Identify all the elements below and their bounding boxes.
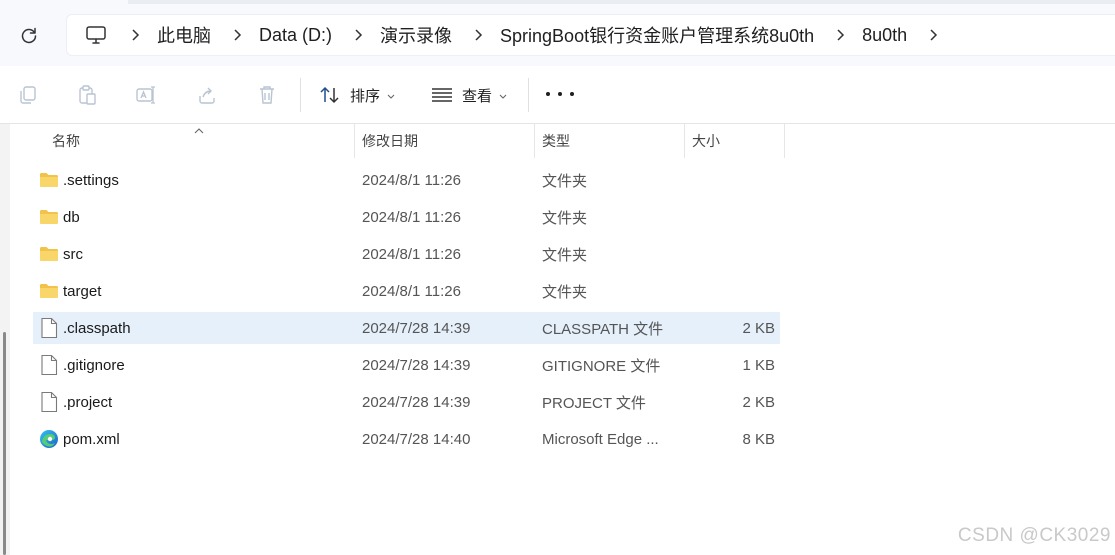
breadcrumb-this-pc[interactable]: 此电脑 [157, 22, 211, 48]
file-row[interactable]: src 2024/8/1 11:26 文件夹 [33, 238, 780, 270]
breadcrumb-current[interactable]: 8u0th [862, 25, 907, 46]
file-row[interactable]: pom.xml 2024/7/28 14:40 Microsoft Edge ...… [33, 423, 780, 455]
file-icon [38, 317, 60, 339]
top-strip [128, 0, 1115, 4]
file-type: Microsoft Edge ... [542, 430, 659, 448]
file-name: .gitignore [63, 356, 125, 374]
file-date: 2024/7/28 14:39 [362, 393, 471, 411]
breadcrumb-project[interactable]: SpringBoot银行资金账户管理系统8u0th [500, 22, 814, 48]
column-header-date[interactable]: 修改日期 [362, 124, 418, 158]
toolbar-divider [528, 78, 529, 112]
file-date: 2024/7/28 14:39 [362, 319, 471, 337]
file-row[interactable]: .settings 2024/8/1 11:26 文件夹 [33, 164, 780, 196]
view-label: 查看 [462, 87, 493, 105]
file-row[interactable]: target 2024/8/1 11:26 文件夹 [33, 275, 780, 307]
file-row[interactable]: .gitignore 2024/7/28 14:39 GITIGNORE 文件 1 K… [33, 349, 780, 381]
folder-icon [38, 206, 60, 228]
file-name: .classpath [63, 319, 131, 337]
file-row[interactable]: db 2024/8/1 11:26 文件夹 [33, 201, 780, 233]
file-type: GITIGNORE 文件 [542, 357, 661, 375]
file-size: 2 KB [742, 393, 775, 411]
breadcrumb-folder[interactable]: 演示录像 [380, 22, 452, 48]
file-name: src [63, 245, 83, 263]
chevron-down-icon [499, 87, 507, 104]
column-divider[interactable] [354, 124, 355, 158]
file-row[interactable]: .classpath 2024/7/28 14:39 CLASSPATH 文件 2 K… [33, 312, 780, 344]
folder-icon [38, 280, 60, 302]
file-row[interactable]: .project 2024/7/28 14:39 PROJECT 文件 2 KB [33, 386, 780, 418]
watermark: CSDN @CK3029 [957, 525, 1111, 546]
sort-button[interactable]: 排序 [318, 82, 395, 108]
file-date: 2024/7/28 14:40 [362, 430, 471, 448]
delete-icon[interactable] [254, 82, 280, 108]
refresh-icon[interactable] [17, 24, 41, 48]
sort-icon [318, 85, 342, 105]
edge-icon [38, 428, 60, 450]
file-type: 文件夹 [542, 172, 588, 190]
chevron-right-icon[interactable] [227, 25, 247, 45]
file-type: CLASSPATH 文件 [542, 320, 664, 338]
column-divider[interactable] [784, 124, 785, 158]
address-row: 此电脑 Data (D:) 演示录像 SpringBoot银行资金账户管理系统8… [0, 0, 1115, 66]
file-size: 1 KB [742, 356, 775, 374]
file-type: 文件夹 [542, 246, 588, 264]
file-icon [38, 391, 60, 413]
chevron-right-icon[interactable] [923, 25, 943, 45]
file-icon [38, 354, 60, 376]
chevron-right-icon[interactable] [348, 25, 368, 45]
folder-icon [38, 169, 60, 191]
command-bar: 排序 查看 [0, 66, 1115, 124]
chevron-right-icon[interactable] [125, 25, 145, 45]
more-options-icon[interactable] [546, 86, 574, 102]
chevron-right-icon[interactable] [830, 25, 850, 45]
chevron-right-icon[interactable] [468, 25, 488, 45]
file-name: target [63, 282, 102, 300]
column-header-type-label: 类型 [542, 133, 570, 149]
file-date: 2024/8/1 11:26 [362, 245, 461, 263]
column-header-name[interactable]: 名称 [52, 124, 80, 158]
file-name: pom.xml [63, 430, 120, 448]
share-icon[interactable] [194, 82, 220, 108]
file-type: 文件夹 [542, 209, 588, 227]
file-date: 2024/8/1 11:26 [362, 282, 461, 300]
copy-icon[interactable] [15, 82, 41, 108]
column-header-size-label: 大小 [692, 133, 720, 149]
file-name: .settings [63, 171, 119, 189]
column-header-name-label: 名称 [52, 133, 80, 149]
column-header-type[interactable]: 类型 [542, 124, 570, 158]
column-divider[interactable] [684, 124, 685, 158]
sort-label: 排序 [350, 87, 381, 105]
file-size: 8 KB [742, 430, 775, 448]
file-type: 文件夹 [542, 283, 588, 301]
navigation-scrollbar-thumb[interactable] [3, 332, 6, 555]
view-button[interactable]: 查看 [431, 82, 507, 108]
sort-ascending-icon [193, 122, 205, 134]
chevron-down-icon [387, 87, 395, 104]
breadcrumb-drive[interactable]: Data (D:) [259, 25, 332, 46]
file-name: .project [63, 393, 113, 411]
toolbar-divider [300, 78, 301, 112]
column-divider[interactable] [534, 124, 535, 158]
column-header-size[interactable]: 大小 [692, 124, 720, 158]
file-size: 2 KB [742, 319, 775, 337]
file-type: PROJECT 文件 [542, 394, 646, 412]
rename-icon[interactable] [133, 82, 159, 108]
file-name: db [63, 208, 80, 226]
folder-icon [38, 243, 60, 265]
column-header-date-label: 修改日期 [362, 133, 418, 149]
file-date: 2024/8/1 11:26 [362, 171, 461, 189]
computer-icon[interactable] [83, 22, 109, 48]
address-bar[interactable]: 此电脑 Data (D:) 演示录像 SpringBoot银行资金账户管理系统8… [66, 14, 1115, 56]
paste-icon[interactable] [74, 82, 100, 108]
file-date: 2024/8/1 11:26 [362, 208, 461, 226]
file-date: 2024/7/28 14:39 [362, 356, 471, 374]
view-icon [431, 87, 453, 103]
